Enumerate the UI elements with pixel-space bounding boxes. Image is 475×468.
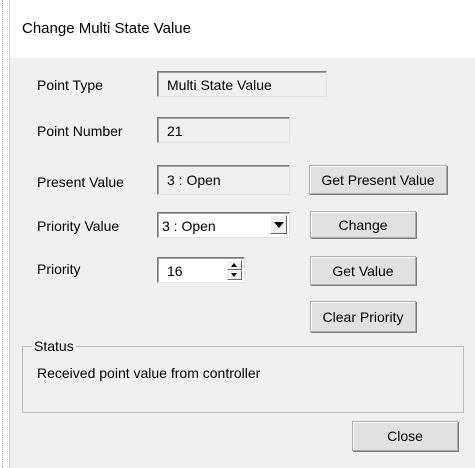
title-bar[interactable]: Change Multi State Value xyxy=(10,0,475,58)
point-type-label: Point Type xyxy=(37,77,103,93)
priority-label: Priority xyxy=(37,261,81,277)
arrow-down-icon[interactable] xyxy=(227,270,242,280)
priority-stepper[interactable]: 16 xyxy=(157,257,245,283)
point-number-field: 21 xyxy=(157,117,290,143)
priority-value-dropdown[interactable]: 3 : Open xyxy=(157,212,290,238)
priority-value-selected: 3 : Open xyxy=(162,218,216,234)
point-number-label: Point Number xyxy=(37,123,123,139)
status-legend: Status xyxy=(32,338,76,354)
present-value-field: 3 : Open xyxy=(157,165,290,195)
priority-value-label: Priority Value xyxy=(37,218,120,234)
get-present-value-button[interactable]: Get Present Value xyxy=(309,165,447,194)
status-group: Status Received point value from control… xyxy=(22,338,464,413)
chevron-down-icon[interactable] xyxy=(270,215,287,234)
clear-priority-button[interactable]: Clear Priority xyxy=(310,301,416,332)
close-button[interactable]: Close xyxy=(352,421,458,451)
point-type-field: Multi State Value xyxy=(157,71,327,97)
change-multi-state-dialog: Change Multi State Value Point Type Mult… xyxy=(10,0,475,468)
priority-stepper-value: 16 xyxy=(167,263,183,279)
get-value-button[interactable]: Get Value xyxy=(310,256,416,285)
arrow-up-icon[interactable] xyxy=(227,260,242,270)
background-divider xyxy=(2,0,4,468)
present-value-label: Present Value xyxy=(37,174,124,190)
change-button[interactable]: Change xyxy=(310,211,416,238)
status-message: Received point value from controller xyxy=(37,365,261,381)
window-title: Change Multi State Value xyxy=(22,20,191,37)
